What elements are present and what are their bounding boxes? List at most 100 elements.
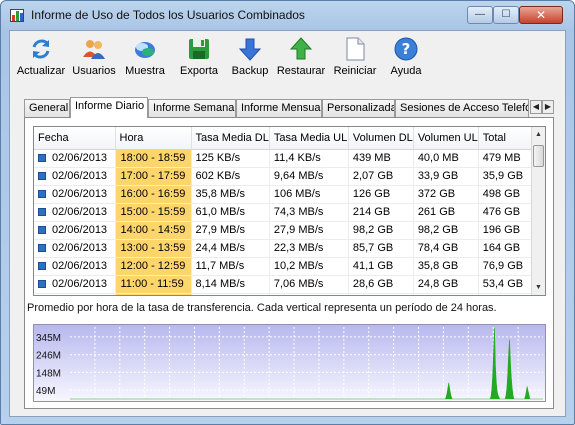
arrow-down-icon bbox=[238, 37, 262, 61]
table-row[interactable]: 02/06/2013 14:00 - 14:59 27,9 MB/s 27,9 MB/… bbox=[34, 221, 537, 240]
cell-date: 02/06/2013 bbox=[34, 257, 116, 276]
transfer-rate-graph: 345M 246M 148M 49M bbox=[33, 324, 546, 402]
cell-text: 02/06/2013 bbox=[52, 152, 108, 164]
column-header[interactable]: Fecha bbox=[34, 127, 116, 150]
cell-value: 11,7 MB/s bbox=[191, 257, 270, 276]
cell-value: 164 GB bbox=[478, 239, 537, 258]
restore-button[interactable]: Restaurar bbox=[276, 37, 326, 89]
cell-text: 02/06/2013 bbox=[52, 242, 108, 254]
backup-button[interactable]: Backup bbox=[230, 37, 270, 89]
cell-text: 02/06/2013 bbox=[52, 170, 108, 182]
toolbar: Actualizar Usuarios Muestra Exporta Back… bbox=[10, 31, 565, 93]
column-header[interactable]: Tasa Media DL bbox=[191, 127, 270, 150]
toolbar-label-backup: Backup bbox=[231, 65, 269, 77]
users-icon bbox=[82, 37, 106, 61]
scroll-up-icon[interactable]: ▲ bbox=[532, 127, 545, 142]
cell-hour: 16:00 - 16:59 bbox=[115, 185, 192, 204]
toolbar-label-ayuda: Ayuda bbox=[390, 65, 422, 77]
usage-table: Fecha Hora Tasa Media DL Tasa Media UL V… bbox=[33, 126, 546, 296]
toolbar-label-restaurar: Restaurar bbox=[276, 65, 326, 77]
main-window: Informe de Uso de Todos los Usuarios Com… bbox=[0, 0, 575, 425]
table-row[interactable]: 02/06/2013 17:00 - 17:59 602 KB/s 9,64 MB/s… bbox=[34, 167, 537, 186]
tab-scroll-left-icon[interactable]: ◀ bbox=[530, 100, 542, 114]
cell-value: 126 GB bbox=[348, 185, 414, 204]
cell-value: 24,8 GB bbox=[413, 275, 479, 294]
cell-hour: 11:00 - 11:59 bbox=[115, 275, 192, 294]
tab-weekly-report[interactable]: Informe Semanal bbox=[148, 99, 236, 117]
tab-custom[interactable]: Personalizada bbox=[322, 99, 395, 117]
tab-dialup-sessions[interactable]: Sesiones de Acceso Telefónico bbox=[395, 99, 529, 117]
export-button[interactable]: Exporta bbox=[178, 37, 220, 89]
cell-hour: 10:00 - 10:59 bbox=[115, 293, 192, 295]
refresh-icon bbox=[29, 37, 53, 61]
table-row[interactable]: 02/06/201310:00 - 10:596,71 MB/s5,85 MB/… bbox=[34, 293, 537, 295]
cell-value: 44,0 GB bbox=[478, 293, 537, 295]
table-row[interactable]: 02/06/2013 13:00 - 13:59 24,4 MB/s 22,3 MB/… bbox=[34, 239, 537, 258]
cell-value: 27,9 MB/s bbox=[269, 221, 349, 240]
row-icon bbox=[38, 280, 46, 288]
cell-value: 125 KB/s bbox=[191, 149, 270, 168]
cell-value: 602 KB/s bbox=[191, 167, 270, 186]
table-row[interactable]: 02/06/2013 11:00 - 11:59 8,14 MB/s 7,06 MB/… bbox=[34, 275, 537, 294]
cell-value: 106 MB/s bbox=[269, 185, 349, 204]
column-header[interactable]: Volumen UL bbox=[413, 127, 479, 150]
graph-canvas: 345M 246M 148M 49M bbox=[34, 325, 545, 401]
maximize-button[interactable]: ☐ bbox=[493, 6, 519, 24]
cell-value: 35,9 GB bbox=[478, 167, 537, 186]
cell-value: 214 GB bbox=[348, 203, 414, 222]
row-icon bbox=[38, 172, 46, 180]
cell-value: 98,2 GB bbox=[348, 221, 414, 240]
cell-value: 498 GB bbox=[478, 185, 537, 204]
cell-value: 372 GB bbox=[413, 185, 479, 204]
help-button[interactable]: ? Ayuda bbox=[386, 37, 426, 89]
y-tick-label: 246M bbox=[36, 351, 61, 362]
scroll-down-icon[interactable]: ▼ bbox=[532, 280, 545, 295]
cell-date: 02/06/2013 bbox=[34, 167, 116, 186]
tab-monthly-report[interactable]: Informe Mensual bbox=[236, 99, 322, 117]
cell-value: 439 MB bbox=[348, 149, 414, 168]
cell-value: 10,2 MB/s bbox=[269, 257, 349, 276]
table-row[interactable]: 02/06/2013 15:00 - 15:59 61,0 MB/s 74,3 MB/… bbox=[34, 203, 537, 222]
toolbar-label-muestra: Muestra bbox=[125, 65, 165, 77]
cell-value: 41,1 GB bbox=[348, 257, 414, 276]
cell-value: 61,0 MB/s bbox=[191, 203, 270, 222]
tab-daily-report[interactable]: Informe Diario bbox=[70, 97, 148, 118]
cell-hour: 13:00 - 13:59 bbox=[115, 239, 192, 258]
column-header[interactable]: Tasa Media UL bbox=[269, 127, 349, 150]
cell-value: 28,6 GB bbox=[348, 275, 414, 294]
client-area: Actualizar Usuarios Muestra Exporta Back… bbox=[9, 30, 566, 417]
tab-general[interactable]: General bbox=[24, 99, 70, 117]
reset-button[interactable]: Reiniciar bbox=[332, 37, 378, 89]
table-row[interactable]: 02/06/2013 12:00 - 12:59 11,7 MB/s 10,2 MB/… bbox=[34, 257, 537, 276]
refresh-button[interactable]: Actualizar bbox=[16, 37, 66, 89]
blank-page-icon bbox=[343, 37, 367, 61]
column-header[interactable]: Volumen DL bbox=[348, 127, 414, 150]
svg-text:?: ? bbox=[402, 40, 411, 58]
bar-chart-app-icon bbox=[10, 9, 24, 22]
cell-value: 35,8 MB/s bbox=[191, 185, 270, 204]
cell-text: 02/06/2013 bbox=[52, 260, 108, 272]
cell-hour: 12:00 - 12:59 bbox=[115, 257, 192, 276]
graph-caption: Promedio por hora de la tasa de transfer… bbox=[27, 302, 497, 314]
minimize-button[interactable]: — bbox=[467, 6, 493, 24]
table-scrollbar[interactable]: ▲ ▼ bbox=[531, 127, 545, 295]
users-button[interactable]: Usuarios bbox=[70, 37, 118, 89]
cell-value: 78,4 GB bbox=[413, 239, 479, 258]
column-header[interactable]: Hora bbox=[115, 127, 192, 150]
close-button[interactable]: ✕ bbox=[519, 6, 563, 24]
cell-value: 2,07 GB bbox=[348, 167, 414, 186]
sample-button[interactable]: Muestra bbox=[122, 37, 168, 89]
toolbar-label-actualizar: Actualizar bbox=[16, 65, 66, 77]
column-header[interactable]: Total bbox=[478, 127, 537, 150]
row-icon bbox=[38, 226, 46, 234]
cell-value: 261 GB bbox=[413, 203, 479, 222]
report-tabs: General Informe Diario Informe Semanal I… bbox=[24, 97, 554, 118]
cell-value: 20,4 GB bbox=[413, 293, 479, 295]
cell-hour: 17:00 - 17:59 bbox=[115, 167, 192, 186]
table-row[interactable]: 02/06/2013 16:00 - 16:59 35,8 MB/s 106 MB/s… bbox=[34, 185, 537, 204]
cell-text: 02/06/2013 bbox=[52, 206, 108, 218]
title-bar[interactable]: Informe de Uso de Todos los Usuarios Com… bbox=[1, 1, 574, 29]
tab-scroll-right-icon[interactable]: ▶ bbox=[542, 100, 554, 114]
scrollbar-thumb[interactable] bbox=[533, 145, 544, 167]
table-row[interactable]: 02/06/2013 18:00 - 18:59 125 KB/s 11,4 KB/s… bbox=[34, 149, 537, 168]
